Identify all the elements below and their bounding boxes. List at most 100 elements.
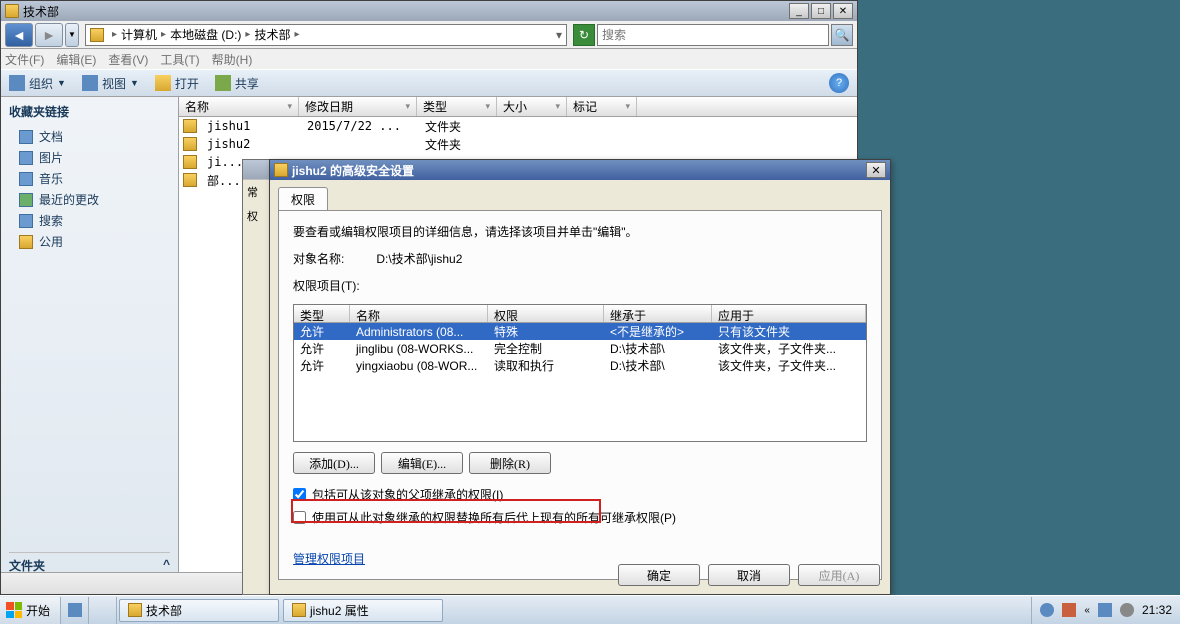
ok-button[interactable]: 确定 [618,564,700,586]
dialog-titlebar[interactable]: jishu2 的高级安全设置 ✕ [270,160,890,180]
folder-icon [5,4,19,18]
open-button[interactable]: 打开 [155,75,199,92]
column-name[interactable]: 名称▾ [179,97,299,116]
nav-bar: ◄ ► ▼ ▸ 计算机 ▸ 本地磁盘 (D:) ▸ 技术部 ▸ ▾ ↻ 🔍 [1,21,857,49]
toolbar: 组织 ▼ 视图 ▼ 打开 共享 ? [1,69,857,97]
window-title: 技术部 [23,3,789,20]
minimize-button[interactable]: _ [789,3,809,19]
share-icon [215,75,231,91]
tab-strip: 权限 [270,180,890,210]
perm-row[interactable]: 允许 Administrators (08... 特殊 <不是继承的> 只有该文… [294,323,866,340]
perm-header: 类型 名称 权限 继承于 应用于 [294,305,866,323]
taskbar: 开始 技术部 jishu2 属性 « 21:32 [0,595,1180,624]
menu-bar: 文件(F) 编辑(E) 查看(V) 工具(T) 帮助(H) [1,49,857,69]
views-button[interactable]: 视图 ▼ [82,75,139,92]
search-button[interactable]: 🔍 [831,24,853,46]
column-date[interactable]: 修改日期▾ [299,97,417,116]
share-button[interactable]: 共享 [215,75,259,92]
open-icon [155,75,171,91]
network-icon[interactable] [1098,603,1112,617]
history-dropdown[interactable]: ▼ [65,23,79,47]
close-button[interactable]: ✕ [866,162,886,178]
file-row[interactable]: jishu2 文件夹 [179,135,857,153]
menu-file[interactable]: 文件(F) [5,51,44,68]
edit-button[interactable]: 编辑(E)... [381,452,463,474]
sort-icon: ▾ [625,101,630,112]
sort-icon: ▾ [555,101,560,112]
start-label: 开始 [26,602,50,619]
col-apply[interactable]: 应用于 [712,305,866,322]
refresh-button[interactable]: ↻ [573,24,595,46]
cancel-button[interactable]: 取消 [708,564,790,586]
breadcrumb-segment[interactable]: 本地磁盘 (D:) [170,26,241,43]
manage-permissions-link[interactable]: 管理权限项目 [293,550,365,567]
tray-chevron-icon[interactable]: « [1084,605,1090,616]
quick-launch[interactable] [61,597,89,624]
back-button[interactable]: ◄ [5,23,33,47]
object-name-row: 对象名称: D:\技术部\jishu2 [293,250,867,267]
perm-row[interactable]: 允许 yingxiaobu (08-WOR... 读取和执行 D:\技术部\ 该… [294,357,866,374]
tray-icon[interactable] [1040,603,1054,617]
close-button[interactable]: ✕ [833,3,853,19]
apply-button[interactable]: 应用(A) [798,564,880,586]
button-row: 添加(D)... 编辑(E)... 删除(R) [293,452,867,474]
folder-icon [128,603,142,617]
column-type[interactable]: 类型▾ [417,97,497,116]
chevron-right-icon: ▸ [112,29,117,40]
replace-checkbox[interactable] [293,511,306,524]
start-button[interactable]: 开始 [0,597,61,624]
quick-launch-sep [89,597,117,624]
col-type[interactable]: 类型 [294,305,350,322]
sidebar-item-pictures[interactable]: 图片 [9,147,170,168]
remove-button[interactable]: 删除(R) [469,452,551,474]
taskbar-item-properties[interactable]: jishu2 属性 [283,599,443,622]
dropdown-icon[interactable]: ▾ [556,28,562,42]
inherit-checkbox[interactable] [293,488,306,501]
menu-help[interactable]: 帮助(H) [212,51,253,68]
column-tags[interactable]: 标记▾ [567,97,637,116]
sidebar-item-search[interactable]: 搜索 [9,210,170,231]
chevron-up-icon: ^ [163,557,170,574]
sidebar-item-documents[interactable]: 文档 [9,126,170,147]
picture-icon [19,151,33,165]
maximize-button[interactable]: □ [811,3,831,19]
description-text: 要查看或编辑权限项目的详细信息，请选择该项目并单击"编辑"。 [293,223,867,240]
col-inherit[interactable]: 继承于 [604,305,712,322]
tray-icon[interactable] [1062,603,1076,617]
column-size[interactable]: 大小▾ [497,97,567,116]
taskbar-item-explorer[interactable]: 技术部 [119,599,279,622]
col-perm[interactable]: 权限 [488,305,604,322]
menu-edit[interactable]: 编辑(E) [56,51,96,68]
search-input[interactable] [602,28,824,42]
clock[interactable]: 21:32 [1142,603,1172,617]
advanced-security-dialog: jishu2 的高级安全设置 ✕ 权限 要查看或编辑权限项目的详细信息，请选择该… [269,159,891,595]
folder-icon [183,155,197,169]
file-row[interactable]: jishu1 2015/7/22 ... 文件夹 [179,117,857,135]
sidebar-item-recent[interactable]: 最近的更改 [9,189,170,210]
forward-button[interactable]: ► [35,23,63,47]
help-button[interactable]: ? [829,73,849,93]
volume-icon[interactable] [1120,603,1134,617]
organize-button[interactable]: 组织 ▼ [9,75,66,92]
breadcrumb[interactable]: ▸ 计算机 ▸ 本地磁盘 (D:) ▸ 技术部 ▸ ▾ [85,24,567,46]
sidebar-item-music[interactable]: 音乐 [9,168,170,189]
permissions-list[interactable]: 类型 名称 权限 继承于 应用于 允许 Administrators (08..… [293,304,867,442]
tab-permissions[interactable]: 权限 [278,187,328,211]
col-name[interactable]: 名称 [350,305,488,322]
perm-row[interactable]: 允许 jinglibu (08-WORKS... 完全控制 D:\技术部\ 该文… [294,340,866,357]
breadcrumb-segment[interactable]: 技术部 [254,26,290,43]
folder-icon [90,28,104,42]
add-button[interactable]: 添加(D)... [293,452,375,474]
menu-tools[interactable]: 工具(T) [160,51,199,68]
sidebar-item-public[interactable]: 公用 [9,231,170,252]
search-box[interactable] [597,24,829,46]
share-label: 共享 [235,75,259,92]
dialog-title: jishu2 的高级安全设置 [292,162,866,179]
windows-logo-icon [6,602,22,618]
chevron-right-icon: ▸ [294,29,299,40]
sidebar-folders-toggle[interactable]: 文件夹^ [9,552,170,574]
open-label: 打开 [175,75,199,92]
breadcrumb-segment[interactable]: 计算机 [121,26,157,43]
menu-view[interactable]: 查看(V) [108,51,148,68]
explorer-titlebar[interactable]: 技术部 _ □ ✕ [1,1,857,21]
